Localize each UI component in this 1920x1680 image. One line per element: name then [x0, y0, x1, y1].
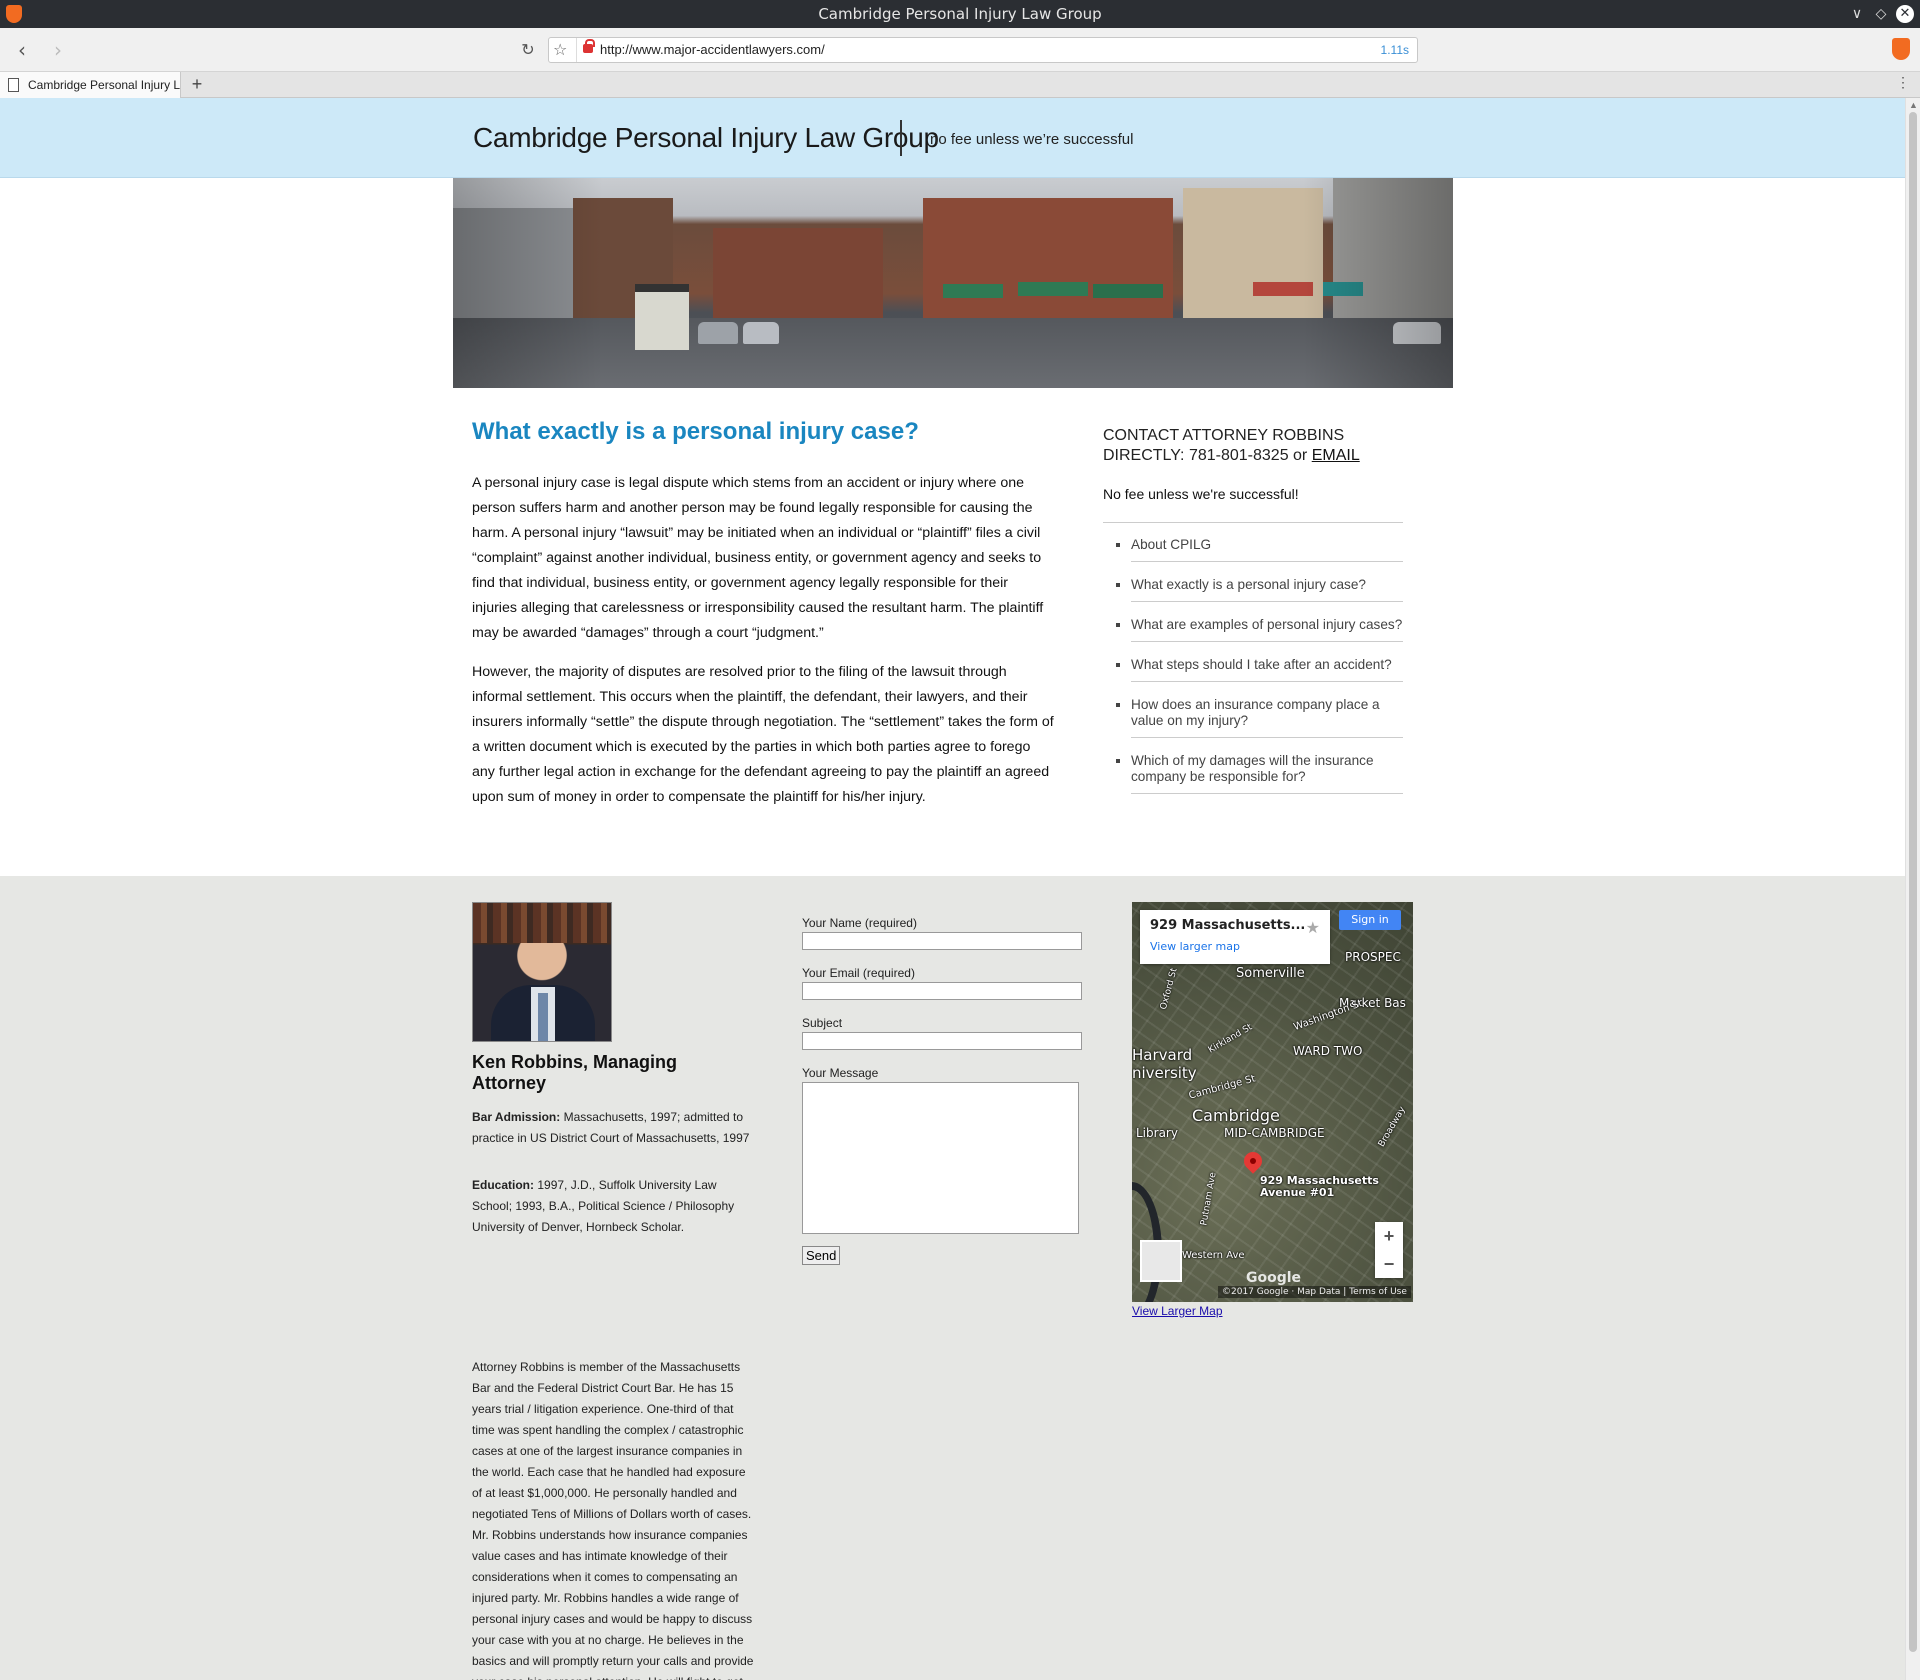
sidebar: CONTACT ATTORNEY ROBBINS DIRECTLY: 781-8…: [1103, 426, 1403, 807]
article-paragraph: A personal injury case is legal dispute …: [472, 475, 1044, 641]
map-place-name: 929 Massachusetts...: [1150, 918, 1306, 933]
page-icon: [8, 78, 19, 92]
contact-heading: CONTACT ATTORNEY ROBBINS DIRECTLY: 781-8…: [1103, 426, 1403, 466]
send-button[interactable]: Send: [802, 1246, 841, 1265]
attorney-bio: Attorney Robbins is member of the Massac…: [472, 1360, 754, 1680]
footer: Ken Robbins, Managing Attorney Bar Admis…: [0, 876, 1905, 1680]
maximize-icon[interactable]: ◇: [1868, 0, 1894, 28]
email-field[interactable]: [802, 982, 1082, 1000]
back-arrow-icon[interactable]: ‹: [10, 38, 34, 62]
google-logo: Google: [1246, 1270, 1302, 1286]
street-view-icon[interactable]: [1140, 1240, 1182, 1282]
zoom-out-button[interactable]: −: [1375, 1250, 1403, 1278]
sidebar-menu: About CPILG What exactly is a personal i…: [1131, 535, 1403, 794]
address-bar[interactable]: ☆ http://www.major-accidentlawyers.com/ …: [548, 37, 1418, 63]
scroll-up-icon[interactable]: ▲: [1909, 100, 1918, 110]
contact-form: Your Name (required) Your Email (require…: [802, 916, 1082, 1265]
map-label: Avenue #01: [1260, 1186, 1335, 1199]
subject-label: Subject: [802, 1016, 843, 1030]
article-column: What exactly is a personal injury case? …: [472, 418, 1054, 824]
minimize-icon[interactable]: ∨: [1844, 0, 1870, 28]
sidebar-item-label[interactable]: What are examples of personal injury cas…: [1131, 617, 1402, 632]
map-label: PROSPEC: [1345, 950, 1401, 964]
map-info-card: 929 Massachusetts... View larger map ★: [1140, 910, 1330, 964]
site-title[interactable]: Cambridge Personal Injury Law Group: [473, 122, 939, 154]
attorney-name: Ken Robbins, Managing Attorney: [472, 1052, 677, 1093]
sidebar-item-label[interactable]: About CPILG: [1131, 537, 1211, 552]
tab-menu-icon[interactable]: ⋮: [1896, 74, 1910, 91]
sidebar-item-label[interactable]: What steps should I take after an accide…: [1131, 657, 1392, 672]
close-icon[interactable]: ✕: [1896, 5, 1914, 23]
scrollbar-thumb[interactable]: [1909, 112, 1917, 1652]
attorney-photo: [472, 902, 612, 1042]
map-sign-in-button[interactable]: Sign in: [1339, 910, 1401, 930]
name-label: Your Name (required): [802, 916, 917, 930]
view-larger-map-link-below[interactable]: View Larger Map: [1132, 1304, 1223, 1318]
site-tagline: no fee unless we’re successful: [930, 131, 1134, 148]
name-field[interactable]: [802, 932, 1082, 950]
load-time: 1.11s: [1380, 43, 1409, 57]
page-viewport: Cambridge Personal Injury Law Group no f…: [0, 98, 1905, 1680]
sidebar-item-insurance-value[interactable]: How does an insurance company place a va…: [1131, 695, 1403, 738]
title-divider: [900, 120, 902, 156]
sidebar-item-label[interactable]: Which of my damages will the insurance c…: [1131, 753, 1374, 784]
navigation-bar: ‹ › ↻ ☆ http://www.major-accidentlawyers…: [0, 28, 1920, 72]
save-star-icon[interactable]: ★: [1306, 918, 1320, 938]
map-label: Harvard: [1132, 1046, 1193, 1064]
map-label: Library: [1136, 1126, 1178, 1140]
no-fee-text: No fee unless we're successful!: [1103, 486, 1299, 502]
sidebar-item-damages[interactable]: Which of my damages will the insurance c…: [1131, 751, 1403, 794]
tab-active[interactable]: Cambridge Personal Injury Law Group: [0, 72, 181, 98]
site-header: Cambridge Personal Injury Law Group no f…: [0, 98, 1905, 178]
bar-admission: Bar Admission: Massachusetts, 1997; admi…: [472, 1107, 754, 1149]
sidebar-item-label[interactable]: How does an insurance company place a va…: [1131, 697, 1380, 728]
article-paragraph: However, the majority of disputes are re…: [472, 664, 1054, 805]
article-heading: What exactly is a personal injury case?: [472, 418, 919, 445]
url-text[interactable]: http://www.major-accidentlawyers.com/: [600, 42, 825, 57]
map-label: Cambridge: [1192, 1106, 1280, 1125]
map-label: Somerville: [1236, 966, 1305, 981]
view-larger-map-link[interactable]: View larger map: [1150, 940, 1240, 953]
tab-title: Cambridge Personal Injury Law Group: [28, 78, 181, 92]
sidebar-item-label[interactable]: What exactly is a personal injury case?: [1131, 577, 1366, 592]
sidebar-item-examples[interactable]: What are examples of personal injury cas…: [1131, 615, 1403, 642]
insecure-lock-icon[interactable]: [583, 39, 595, 53]
plus-icon[interactable]: +: [186, 73, 208, 95]
email-link[interactable]: EMAIL: [1312, 447, 1360, 464]
window-title: Cambridge Personal Injury Law Group: [818, 5, 1102, 23]
map-label: WARD TWO: [1293, 1044, 1363, 1058]
map-label: niversity: [1132, 1064, 1197, 1082]
tab-bar: Cambridge Personal Injury Law Group + ⋮: [0, 72, 1920, 98]
sidebar-item-steps[interactable]: What steps should I take after an accide…: [1131, 655, 1403, 682]
map-label: Western Ave: [1182, 1250, 1245, 1261]
sidebar-item-what-is-case[interactable]: What exactly is a personal injury case?: [1131, 575, 1403, 602]
bar-admission-label: Bar Admission:: [472, 1110, 561, 1124]
sidebar-item-about[interactable]: About CPILG: [1131, 535, 1403, 562]
email-label: Your Email (required): [802, 966, 915, 980]
education: Education: 1997, J.D., Suffolk Universit…: [472, 1175, 754, 1238]
education-label: Education:: [472, 1178, 534, 1192]
zoom-in-button[interactable]: +: [1375, 1222, 1403, 1250]
sidebar-divider: [1103, 522, 1403, 523]
forward-arrow-icon[interactable]: ›: [46, 38, 70, 62]
message-field[interactable]: [802, 1082, 1079, 1234]
map-attribution[interactable]: ©2017 Google · Map Data | Terms of Use: [1218, 1286, 1411, 1298]
brave-logo-icon: [6, 5, 22, 23]
banner-street-photo: [453, 178, 1453, 388]
brave-shields-icon[interactable]: [1892, 38, 1910, 60]
window-titlebar: Cambridge Personal Injury Law Group ∨ ◇ …: [0, 0, 1920, 28]
map-zoom-control: + −: [1375, 1222, 1403, 1278]
star-icon[interactable]: ☆: [553, 40, 567, 59]
message-label: Your Message: [802, 1066, 879, 1080]
page-scrollbar[interactable]: ▲: [1905, 98, 1920, 1680]
urlbar-divider: [576, 38, 577, 62]
google-map[interactable]: Somerville PROSPEC Market Bas Harvard ni…: [1132, 902, 1413, 1302]
contact-text: CONTACT ATTORNEY ROBBINS DIRECTLY: 781-8…: [1103, 427, 1345, 464]
reload-icon[interactable]: ↻: [516, 38, 540, 62]
subject-field[interactable]: [802, 1032, 1082, 1050]
map-label: MID-CAMBRIDGE: [1224, 1126, 1325, 1140]
